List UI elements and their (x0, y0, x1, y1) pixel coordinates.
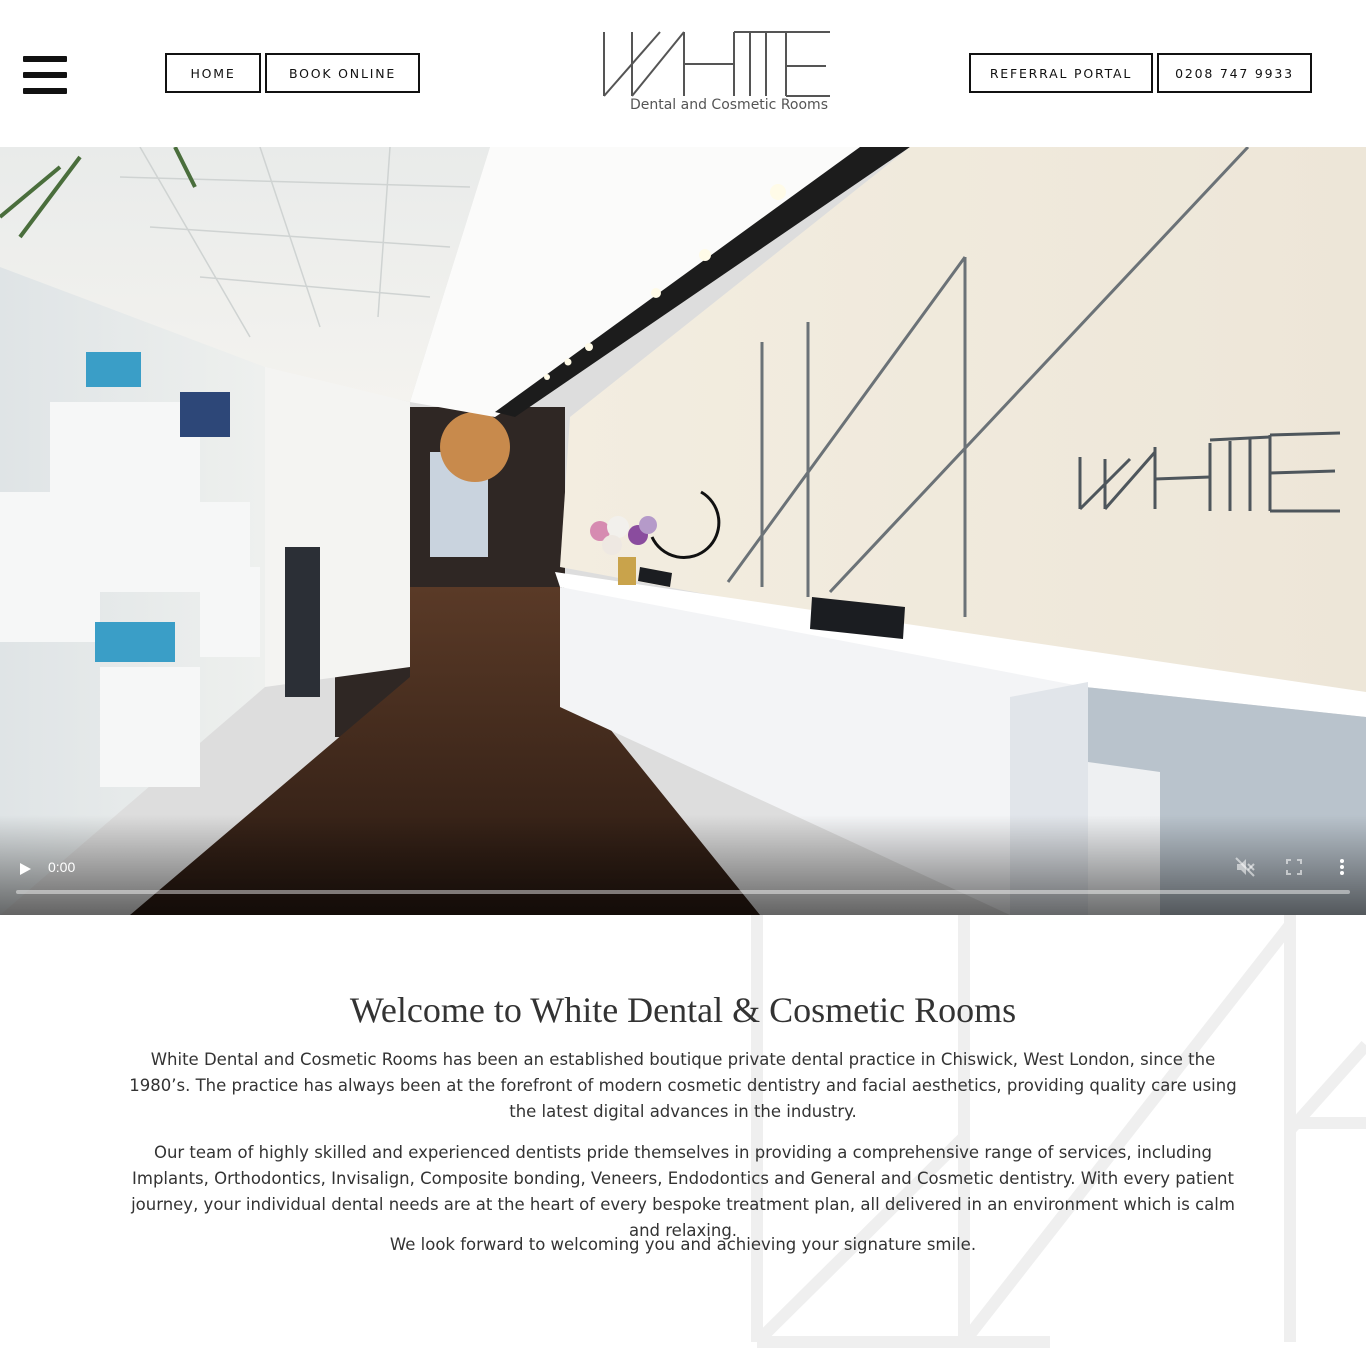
logo[interactable]: Dental and Cosmetic Rooms (600, 26, 832, 120)
welcome-title: Welcome to White Dental & Cosmetic Rooms (349, 990, 1017, 1030)
welcome-paragraph-1: White Dental and Cosmetic Rooms has been… (129, 1050, 1237, 1121)
play-icon[interactable] (14, 858, 36, 880)
logo-subtitle: Dental and Cosmetic Rooms (629, 97, 828, 113)
phone-number-button[interactable]: 0208 747 9933 (1157, 53, 1312, 93)
video-time: 0:00 (48, 859, 76, 875)
referral-portal-button[interactable]: REFERRAL PORTAL (969, 53, 1153, 93)
home-button[interactable]: HOME (165, 53, 261, 93)
logo-wordmark (603, 31, 830, 97)
book-online-button[interactable]: BOOK ONLINE (265, 53, 420, 93)
welcome-paragraph-3: We look forward to welcoming you and ach… (389, 1235, 977, 1254)
more-options-icon[interactable] (1330, 855, 1354, 879)
muted-volume-icon[interactable] (1233, 855, 1257, 879)
reception-scene-image (0, 147, 1366, 915)
hamburger-menu-icon[interactable] (23, 56, 67, 96)
video-progress-bar[interactable] (16, 890, 1350, 894)
welcome-paragraph-2: Our team of highly skilled and experienc… (131, 1143, 1235, 1240)
welcome-section: Welcome to White Dental & Cosmetic Rooms… (0, 915, 1366, 1366)
fullscreen-icon[interactable] (1282, 855, 1306, 879)
site-header: HOME BOOK ONLINE Dental and Cosmetic Roo… (0, 0, 1366, 147)
video-controls: 0:00 (0, 815, 1366, 915)
hero-video[interactable]: 0:00 (0, 147, 1366, 915)
